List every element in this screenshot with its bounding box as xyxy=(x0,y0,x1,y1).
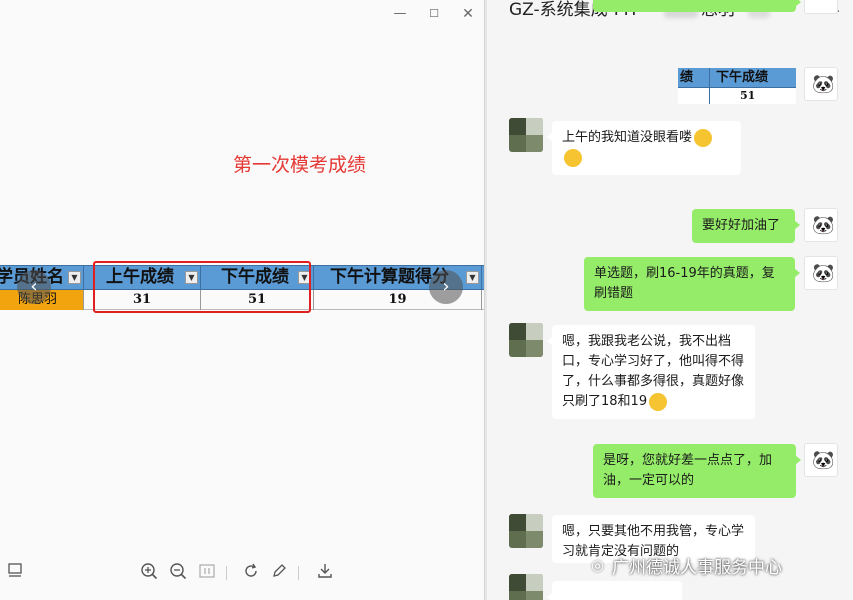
watermark-text: 广州德诚人事服务中心 xyxy=(612,558,782,578)
fit-icon[interactable] xyxy=(196,562,218,584)
emoji-icon xyxy=(564,148,582,167)
message-text: 是呀，您就好差一点点了，加油，一定可以的 xyxy=(603,453,773,488)
message-bubble-partial xyxy=(593,0,801,12)
emoji-icon xyxy=(649,392,668,411)
self-avatar[interactable]: 🐼 xyxy=(804,443,838,477)
self-avatar[interactable] xyxy=(804,0,838,14)
contact-avatar[interactable] xyxy=(509,323,543,357)
message-text: 要好好加油了 xyxy=(702,218,781,233)
previous-image-button[interactable]: ‹ xyxy=(17,270,51,304)
chevron-left-icon: ‹ xyxy=(30,276,38,297)
highlight-box xyxy=(93,261,311,313)
edit-icon[interactable] xyxy=(268,562,290,584)
thumbnail-col1: 绩 xyxy=(680,70,694,85)
message-bubble: 单选题，刷16-19年的真题，复刷错题 xyxy=(584,257,800,311)
thumbnail-col2: 下午成绩 xyxy=(716,70,769,85)
message-text: 单选题，刷16-19年的真题，复刷错题 xyxy=(594,266,775,301)
self-avatar[interactable]: 🐼 xyxy=(804,208,838,242)
message-bubble-partial xyxy=(547,581,682,600)
self-avatar[interactable]: 🐼 xyxy=(804,67,838,101)
panda-avatar-icon: 🐼 xyxy=(812,215,835,236)
zoom-in-icon[interactable] xyxy=(138,562,160,584)
watermark: 广州德诚人事服务中心 xyxy=(588,553,782,578)
close-button[interactable]: ✕ xyxy=(460,6,476,22)
viewer-toolbar xyxy=(0,560,484,588)
emoji-icon xyxy=(694,128,713,147)
layout-icon[interactable] xyxy=(4,562,26,584)
filter-dropdown-icon[interactable]: ▼ xyxy=(466,271,479,284)
message-bubble: 是呀，您就好差一点点了，加油，一定可以的 xyxy=(593,444,801,498)
filter-dropdown-icon[interactable]: ▼ xyxy=(68,271,81,284)
thumbnail-divider xyxy=(709,68,710,104)
panda-avatar-icon: 🐼 xyxy=(812,74,835,95)
contact-avatar[interactable] xyxy=(509,574,543,600)
next-image-button[interactable]: › xyxy=(429,270,463,304)
message-text: 上午的我知道没眼看喽 xyxy=(562,130,693,145)
contact-avatar[interactable] xyxy=(509,514,543,548)
maximize-button[interactable]: ☐ xyxy=(426,6,442,22)
download-icon[interactable] xyxy=(314,562,336,584)
thumbnail-value: 51 xyxy=(740,89,756,102)
message-bubble: 上午的我知道没眼看喽 xyxy=(547,121,741,175)
message-bubble: 要好好加油了 xyxy=(692,209,800,243)
self-avatar[interactable]: 🐼 xyxy=(804,256,838,290)
image-message-thumbnail[interactable]: 绩 下午成绩 51 xyxy=(678,68,796,104)
toolbar-divider xyxy=(298,566,299,580)
panda-avatar-icon: 🐼 xyxy=(812,450,835,471)
zoom-out-icon[interactable] xyxy=(167,562,189,584)
message-bubble: 嗯，我跟我老公说，我不出档口，专心学习好了，他叫得不得了，什么事都多得很，真题好… xyxy=(547,325,755,419)
chevron-right-icon: › xyxy=(442,276,450,297)
minimize-button[interactable]: — xyxy=(392,6,408,22)
thumbnail-header: 绩 下午成绩 xyxy=(678,68,796,88)
toolbar-divider xyxy=(226,566,227,580)
chat-panel: GZ-系统集成-FH 思羽 ··· 绩 下午成绩 51 🐼 上午的我知道没眼看喽… xyxy=(487,0,853,600)
rotate-icon[interactable] xyxy=(240,562,262,584)
panda-avatar-icon: 🐼 xyxy=(812,263,835,284)
contact-avatar[interactable] xyxy=(509,118,543,152)
sheet-caption: 第一次模考成绩 xyxy=(233,154,367,176)
image-viewer: — ☐ ✕ 第一次模考成绩 学员姓名 ▼ 上午成绩 ▼ 下午成绩 ▼ 下午计算题… xyxy=(0,0,484,600)
